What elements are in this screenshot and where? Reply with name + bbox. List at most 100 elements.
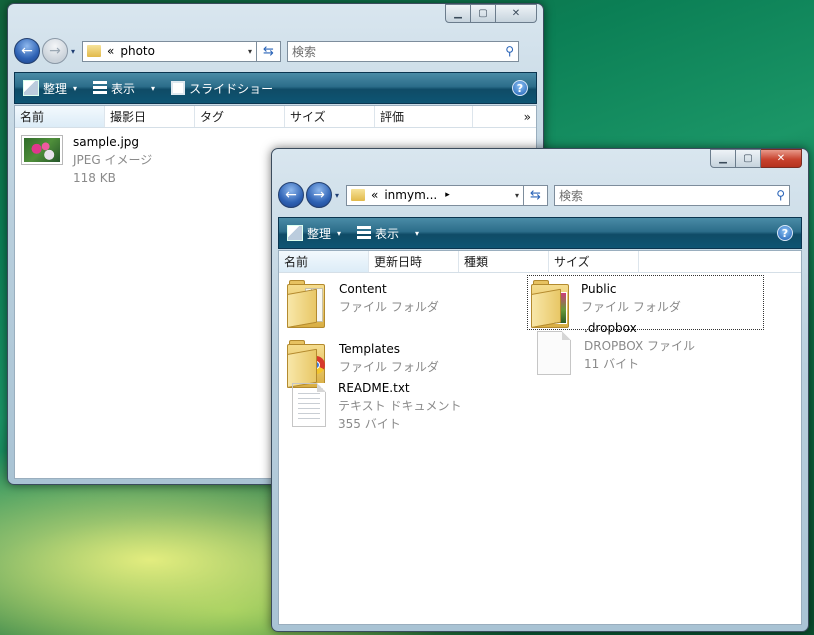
search-box[interactable]: 検索 ⚲	[287, 40, 519, 62]
address-text: photo	[120, 44, 155, 58]
organize-label: 整理	[307, 226, 332, 241]
column-size[interactable]: サイズ	[549, 251, 639, 272]
file-name: sample.jpg	[73, 135, 140, 149]
recent-pages-dropdown[interactable]: ▾	[68, 47, 78, 56]
file-item-sample[interactable]: sample.jpg JPEG イメージ 118 KB	[21, 133, 152, 187]
view-label: 表示	[111, 81, 136, 96]
file-item-dropbox[interactable]: .dropbox DROPBOX ファイル 11 バイト	[534, 319, 695, 375]
column-tags[interactable]: タグ	[195, 106, 285, 127]
search-icon[interactable]: ⚲	[505, 44, 514, 58]
column-label: 撮影日	[110, 110, 147, 124]
item-details: .dropbox DROPBOX ファイル 11 バイト	[584, 319, 695, 375]
column-type[interactable]: 種類	[459, 251, 549, 272]
search-box[interactable]: 検索 ⚲	[554, 184, 790, 206]
close-button[interactable]: ✕	[496, 4, 537, 23]
more-glyph: »	[523, 109, 531, 124]
file-item-readme[interactable]: README.txt テキスト ドキュメント 355 バイト	[289, 379, 461, 433]
organize-button[interactable]: 整理 ▾	[15, 73, 85, 103]
help-icon[interactable]: ?	[512, 80, 528, 96]
navigation-bar: ← → ▾ « photo ▾ ⇆ 検索 ⚲	[14, 37, 537, 65]
folder-item-content[interactable]: Content ファイル フォルダ	[287, 280, 439, 328]
column-size[interactable]: サイズ	[285, 106, 375, 127]
column-label: 名前	[20, 110, 45, 124]
blank-file-icon	[537, 331, 571, 375]
folder-icon	[287, 280, 327, 328]
chevron-down-icon: ▾	[73, 83, 78, 93]
organize-label: 整理	[43, 81, 68, 96]
column-header-row: ^ 名前 更新日時 種類 サイズ	[279, 251, 801, 273]
item-name: Templates	[339, 342, 401, 356]
chevron-down-icon: ▾	[415, 228, 420, 238]
caption-buttons: ▁ ▢ ✕	[710, 149, 802, 168]
item-details: README.txt テキスト ドキュメント 355 バイト	[338, 379, 461, 433]
column-label: 評価	[380, 110, 405, 124]
column-label: 名前	[284, 255, 309, 269]
item-size: 11 バイト	[584, 357, 640, 371]
back-button[interactable]: ←	[14, 38, 40, 64]
column-label: サイズ	[290, 110, 326, 124]
caption-buttons: ▁ ▢ ✕	[445, 4, 537, 23]
explorer-window-inmym[interactable]: ▁ ▢ ✕ ← → ▾ « inmym... ▸ ▾ ⇆ 検索 ⚲ 整理 ▾ 表…	[271, 148, 809, 632]
address-prefix: «	[107, 44, 115, 58]
column-header-row: ^ 名前 撮影日 タグ サイズ 評価 »	[15, 106, 536, 128]
item-type: ファイル フォルダ	[339, 360, 439, 374]
help-icon[interactable]: ?	[777, 225, 793, 241]
more-columns-button[interactable]: »	[473, 106, 536, 127]
item-type: ファイル フォルダ	[339, 300, 439, 314]
search-icon[interactable]: ⚲	[776, 188, 785, 202]
address-dropdown-icon[interactable]: ▾	[248, 47, 252, 56]
address-text: inmym...	[384, 188, 438, 202]
column-date-modified[interactable]: 更新日時	[369, 251, 459, 272]
search-placeholder: 検索	[559, 188, 584, 203]
minimize-button[interactable]: ▁	[710, 149, 736, 168]
address-bar[interactable]: « photo ▾	[82, 40, 257, 62]
search-placeholder: 検索	[292, 44, 317, 59]
sort-ascending-icon: ^	[316, 250, 324, 257]
column-date-taken[interactable]: 撮影日	[105, 106, 195, 127]
address-dropdown-icon[interactable]: ▾	[515, 191, 519, 200]
organize-icon	[287, 225, 303, 241]
back-button[interactable]: ←	[278, 182, 304, 208]
file-size: 118 KB	[73, 171, 116, 185]
item-name: .dropbox	[584, 321, 637, 335]
view-icon	[357, 226, 372, 240]
folder-icon	[87, 45, 101, 57]
chevron-down-icon: ▾	[337, 228, 342, 238]
view-button[interactable]: 表示 ▾	[85, 73, 163, 103]
navigation-bar: ← → ▾ « inmym... ▸ ▾ ⇆ 検索 ⚲	[278, 181, 802, 209]
item-name: README.txt	[338, 381, 410, 395]
item-name: Content	[339, 282, 387, 296]
breadcrumb-arrow-icon[interactable]: ▸	[445, 190, 450, 200]
minimize-button[interactable]: ▁	[445, 4, 471, 23]
file-type: JPEG イメージ	[73, 153, 153, 167]
image-thumbnail	[21, 135, 63, 165]
item-type: ファイル フォルダ	[581, 300, 681, 314]
forward-button[interactable]: →	[306, 182, 332, 208]
maximize-button[interactable]: ▢	[471, 4, 496, 23]
column-label: サイズ	[554, 255, 590, 269]
file-details: sample.jpg JPEG イメージ 118 KB	[73, 133, 152, 187]
maximize-button[interactable]: ▢	[736, 149, 761, 168]
column-label: 更新日時	[374, 255, 423, 269]
refresh-button[interactable]: ⇆	[257, 40, 281, 62]
column-label: タグ	[200, 110, 225, 124]
view-label: 表示	[375, 226, 400, 241]
forward-button[interactable]: →	[42, 38, 68, 64]
item-details: Content ファイル フォルダ	[339, 280, 439, 328]
refresh-button[interactable]: ⇆	[524, 184, 548, 206]
column-name[interactable]: ^ 名前	[279, 251, 369, 272]
close-button[interactable]: ✕	[761, 149, 802, 168]
item-name: Public	[581, 282, 617, 296]
column-label: 種類	[464, 255, 489, 269]
address-bar[interactable]: « inmym... ▸ ▾	[346, 184, 524, 206]
slideshow-button[interactable]: スライドショー	[163, 73, 281, 103]
recent-pages-dropdown[interactable]: ▾	[332, 191, 342, 200]
column-name[interactable]: ^ 名前	[15, 106, 105, 127]
file-list-pane[interactable]: ^ 名前 更新日時 種類 サイズ Content ファイル フォルダ Publi…	[278, 250, 802, 625]
organize-button[interactable]: 整理 ▾	[279, 218, 349, 248]
command-toolbar: 整理 ▾ 表示 ▾ スライドショー ?	[14, 72, 537, 104]
address-prefix: «	[371, 188, 379, 202]
view-button[interactable]: 表示 ▾	[349, 218, 427, 248]
view-icon	[93, 81, 108, 95]
column-rating[interactable]: 評価	[375, 106, 473, 127]
